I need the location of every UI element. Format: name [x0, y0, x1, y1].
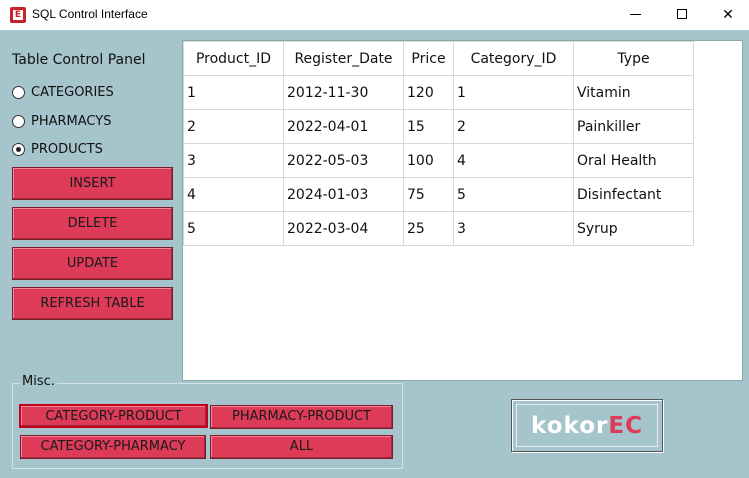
table-cell[interactable]: 2022-03-04: [283, 211, 404, 246]
table-cell[interactable]: 75: [403, 177, 454, 212]
table-cell[interactable]: 2024-01-03: [283, 177, 404, 212]
table-cell[interactable]: 25: [403, 211, 454, 246]
table-cell[interactable]: 1: [453, 75, 574, 110]
column-header-type[interactable]: Type: [573, 41, 694, 76]
column-header-category-id[interactable]: Category_ID: [453, 41, 574, 76]
table-cell[interactable]: 2022-05-03: [283, 143, 404, 178]
products-table: Product_ID Register_Date Price Category_…: [183, 41, 694, 246]
minimize-button[interactable]: [612, 0, 658, 30]
logo-frame: kokorEC: [516, 404, 658, 447]
logo-text: kokorEC: [531, 413, 643, 439]
table-cell[interactable]: 2022-04-01: [283, 109, 404, 144]
table-row[interactable]: 2 2022-04-01 15 2 Painkiller: [183, 109, 694, 144]
logo-text-white: kokor: [531, 412, 609, 439]
table-row[interactable]: 4 2024-01-03 75 5 Disinfectant: [183, 177, 694, 212]
title-bar[interactable]: E SQL Control Interface ✕: [0, 0, 749, 30]
table-cell[interactable]: 100: [403, 143, 454, 178]
pharmacy-product-button[interactable]: PHARMACY-PRODUCT: [210, 405, 393, 429]
category-pharmacy-button[interactable]: CATEGORY-PHARMACY: [20, 435, 206, 459]
radio-label: PHARMACYS: [31, 113, 112, 129]
table-row[interactable]: 5 2022-03-04 25 3 Syrup: [183, 211, 694, 246]
column-header-product-id[interactable]: Product_ID: [183, 41, 284, 76]
update-button[interactable]: UPDATE: [12, 247, 173, 280]
table-cell[interactable]: 120: [403, 75, 454, 110]
all-button[interactable]: ALL: [210, 435, 393, 459]
table-header-row: Product_ID Register_Date Price Category_…: [183, 41, 694, 76]
delete-button[interactable]: DELETE: [12, 207, 173, 240]
table-cell[interactable]: Vitamin: [573, 75, 694, 110]
table-cell[interactable]: Disinfectant: [573, 177, 694, 212]
radio-products[interactable]: PRODUCTS: [12, 140, 103, 158]
data-table-view[interactable]: Product_ID Register_Date Price Category_…: [182, 40, 743, 381]
refresh-table-button[interactable]: REFRESH TABLE: [12, 287, 173, 320]
minimize-icon: [630, 14, 641, 15]
table-cell[interactable]: Syrup: [573, 211, 694, 246]
table-cell[interactable]: 3: [453, 211, 574, 246]
table-row[interactable]: 1 2012-11-30 120 1 Vitamin: [183, 75, 694, 110]
table-cell[interactable]: 4: [183, 177, 284, 212]
table-cell[interactable]: 1: [183, 75, 284, 110]
window-title: SQL Control Interface: [32, 7, 148, 21]
column-header-register-date[interactable]: Register_Date: [283, 41, 404, 76]
radio-indicator[interactable]: [12, 85, 25, 99]
table-row[interactable]: 3 2022-05-03 100 4 Oral Health: [183, 143, 694, 178]
table-cell[interactable]: 5: [183, 211, 284, 246]
maximize-button[interactable]: [659, 0, 705, 30]
radio-indicator[interactable]: [12, 114, 25, 128]
app-icon-letter: E: [13, 10, 23, 20]
radio-categories[interactable]: CATEGORIES: [12, 83, 114, 101]
table-cell[interactable]: 2012-11-30: [283, 75, 404, 110]
table-cell[interactable]: 5: [453, 177, 574, 212]
maximize-icon: [677, 9, 687, 19]
table-cell[interactable]: Oral Health: [573, 143, 694, 178]
logo: kokorEC: [511, 399, 663, 452]
radio-indicator-selected[interactable]: [12, 142, 25, 156]
app-icon: E: [10, 7, 26, 23]
panel-title: Table Control Panel: [12, 52, 146, 68]
table-cell[interactable]: 3: [183, 143, 284, 178]
table-cell[interactable]: 2: [453, 109, 574, 144]
insert-button[interactable]: INSERT: [12, 167, 173, 200]
close-icon: ✕: [722, 7, 734, 23]
table-cell[interactable]: Painkiller: [573, 109, 694, 144]
logo-text-red: EC: [608, 412, 643, 439]
misc-label: Misc.: [20, 374, 57, 389]
category-product-button[interactable]: CATEGORY-PRODUCT: [19, 404, 208, 428]
radio-pharmacys[interactable]: PHARMACYS: [12, 112, 111, 130]
radio-label: CATEGORIES: [31, 84, 114, 100]
table-cell[interactable]: 15: [403, 109, 454, 144]
table-cell[interactable]: 2: [183, 109, 284, 144]
radio-label: PRODUCTS: [31, 141, 103, 157]
close-button[interactable]: ✕: [705, 0, 749, 30]
column-header-price[interactable]: Price: [403, 41, 454, 76]
table-cell[interactable]: 4: [453, 143, 574, 178]
